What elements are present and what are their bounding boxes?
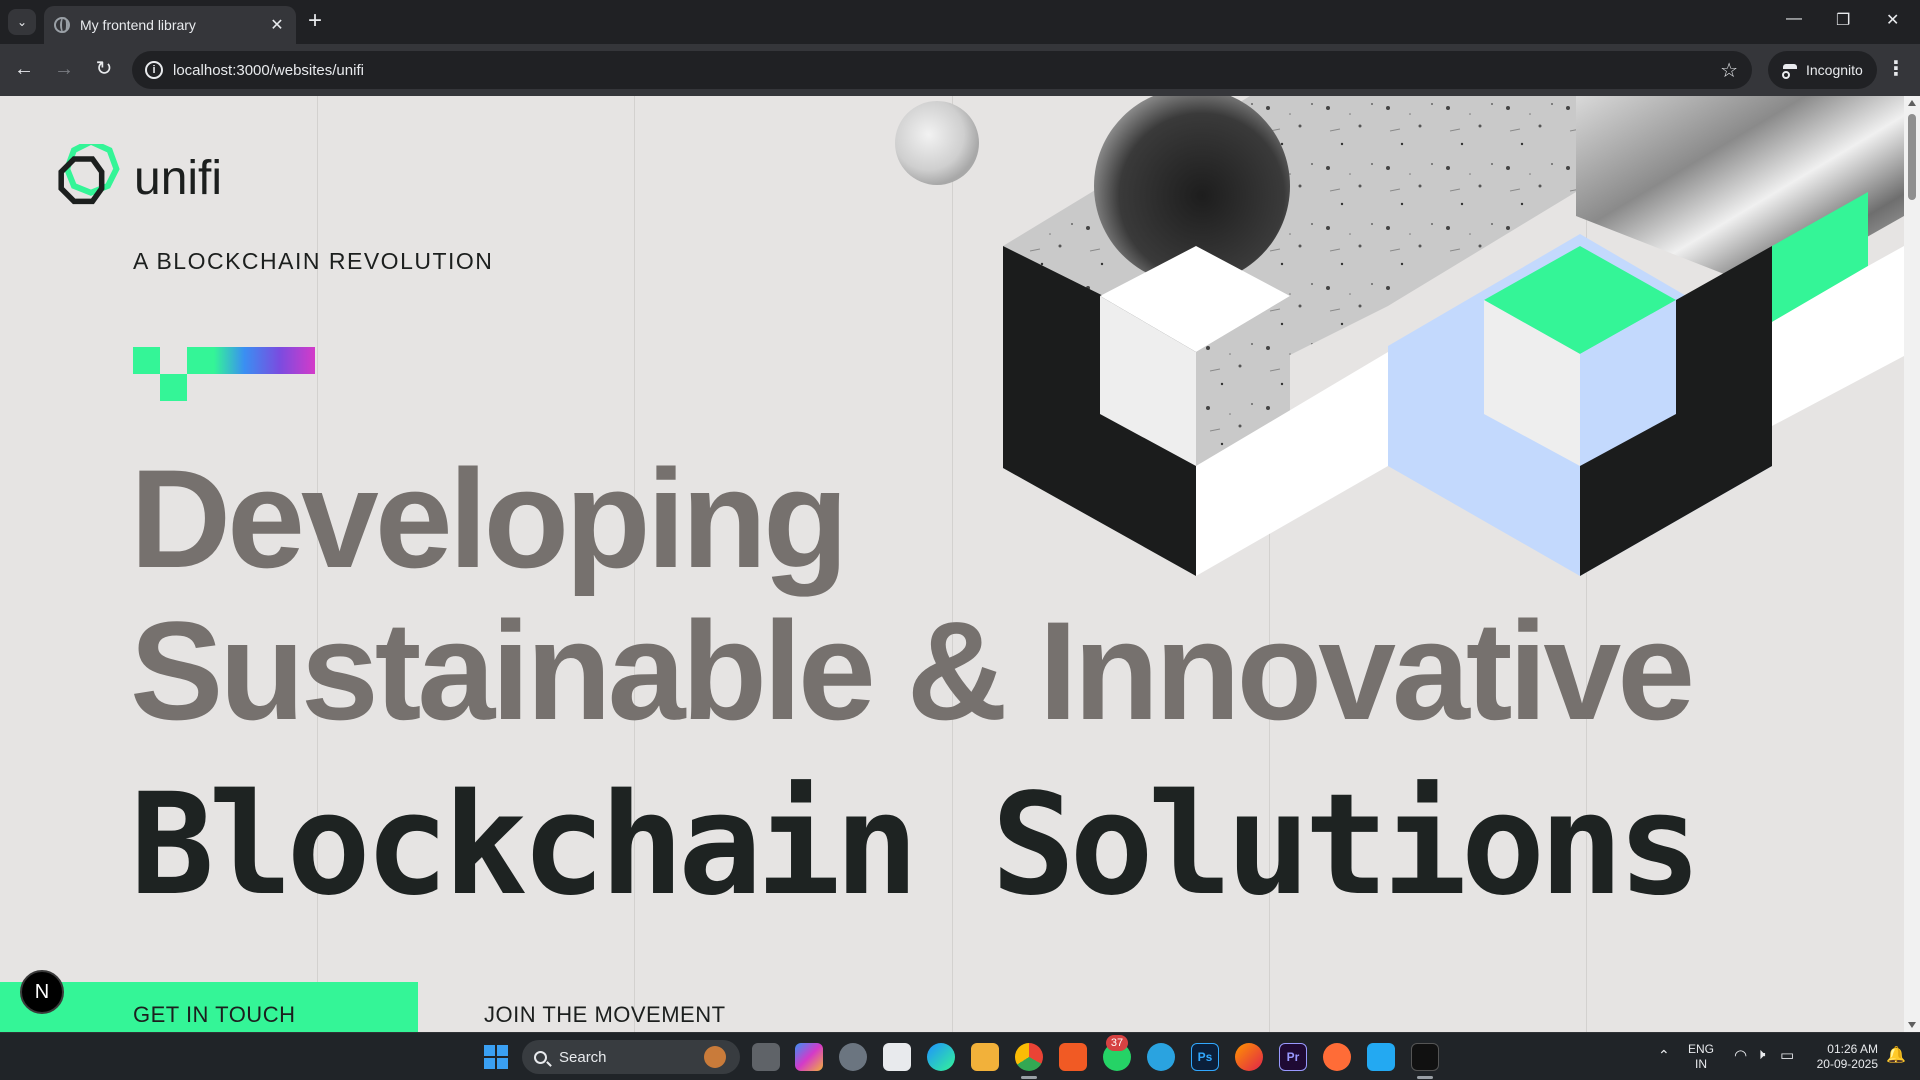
browser-tab-strip: ⌄ My frontend library ✕ + — ❐ ✕ bbox=[0, 0, 1920, 44]
page-viewport: unifi A BLOCKCHAIN REVOLUTION Developing… bbox=[0, 96, 1904, 1032]
brave-icon[interactable] bbox=[1059, 1043, 1087, 1071]
logo-wordmark: unifi bbox=[134, 151, 223, 205]
restore-button[interactable]: ❐ bbox=[1836, 10, 1850, 30]
brand-logo[interactable]: unifi bbox=[56, 144, 222, 212]
join-the-movement-link[interactable]: JOIN THE MOVEMENT bbox=[484, 1002, 726, 1028]
firefox-icon[interactable] bbox=[1235, 1043, 1263, 1071]
browser-menu-icon[interactable]: ⋮ bbox=[1886, 56, 1906, 81]
copilot-icon[interactable] bbox=[795, 1043, 823, 1071]
headline-line-1: Developing bbox=[130, 440, 849, 597]
search-highlight-icon bbox=[704, 1046, 726, 1068]
system-clock[interactable]: 01:26 AM 20-09-2025 bbox=[1808, 1042, 1878, 1072]
premiere-icon[interactable]: Pr bbox=[1279, 1043, 1307, 1071]
unifi-octagon-icon bbox=[58, 144, 120, 205]
reload-button[interactable]: ↻ bbox=[92, 58, 116, 80]
new-tab-button[interactable]: + bbox=[308, 8, 322, 34]
search-icon bbox=[534, 1050, 547, 1064]
windows-taskbar: Search 37 Ps Pr ⌃ ENG IN ◠ 🕨 ▭ 01:26 AM … bbox=[0, 1032, 1920, 1080]
scrollbar-thumb[interactable] bbox=[1908, 114, 1916, 200]
chrome-icon[interactable] bbox=[1015, 1043, 1043, 1071]
headline-line-3: Blockchain Solutions bbox=[130, 764, 1702, 927]
scroll-down-arrow-icon[interactable] bbox=[1908, 1022, 1916, 1028]
cursor-app-icon[interactable] bbox=[1411, 1043, 1439, 1071]
headline-line-2: Sustainable & Innovative bbox=[130, 592, 1695, 749]
battery-icon[interactable]: ▭ bbox=[1780, 1046, 1794, 1064]
incognito-label: Incognito bbox=[1806, 62, 1863, 78]
windows-start-icon[interactable] bbox=[484, 1045, 508, 1069]
edge-icon[interactable] bbox=[927, 1043, 955, 1071]
wifi-icon[interactable]: ◠ bbox=[1734, 1046, 1747, 1064]
task-view-icon[interactable] bbox=[752, 1043, 780, 1071]
language-region: IN bbox=[1695, 1057, 1707, 1071]
notifications-bell-icon[interactable]: 🔔 bbox=[1886, 1045, 1906, 1065]
photoshop-icon[interactable]: Ps bbox=[1191, 1043, 1219, 1071]
pixel-gradient-decoration bbox=[133, 347, 315, 401]
vscode-icon[interactable] bbox=[1367, 1043, 1395, 1071]
globe-icon bbox=[54, 17, 70, 33]
incognito-icon bbox=[1782, 64, 1798, 79]
close-tab-icon[interactable]: ✕ bbox=[268, 15, 286, 35]
speaker-muted-icon[interactable]: 🕨 bbox=[1756, 1046, 1765, 1063]
cursor-active-indicator bbox=[1417, 1076, 1433, 1079]
close-window-button[interactable]: ✕ bbox=[1886, 10, 1899, 30]
chevron-down-icon: ⌄ bbox=[16, 15, 28, 29]
hero-isometric-illustration bbox=[895, 96, 1904, 576]
store-icon[interactable] bbox=[883, 1043, 911, 1071]
site-info-icon[interactable]: i bbox=[145, 61, 163, 79]
browser-toolbar: ← → ↻ i localhost:3000/websites/unifi ☆ … bbox=[0, 44, 1920, 96]
taskbar-search-box[interactable]: Search bbox=[522, 1040, 740, 1074]
chrome-active-indicator bbox=[1021, 1076, 1037, 1079]
file-explorer-icon[interactable] bbox=[971, 1043, 999, 1071]
url-text[interactable]: localhost:3000/websites/unifi bbox=[173, 62, 1720, 79]
language-code: ENG bbox=[1688, 1042, 1715, 1056]
minimize-button[interactable]: — bbox=[1786, 10, 1802, 28]
clock-date: 20-09-2025 bbox=[1816, 1057, 1878, 1071]
input-language-indicator[interactable]: ENG IN bbox=[1688, 1042, 1714, 1072]
tab-title: My frontend library bbox=[80, 17, 196, 33]
incognito-indicator[interactable]: Incognito bbox=[1768, 51, 1877, 89]
browser-tab-active[interactable]: My frontend library ✕ bbox=[44, 6, 296, 44]
show-hidden-icons-chevron-icon[interactable]: ⌃ bbox=[1658, 1047, 1670, 1064]
nextjs-dev-badge[interactable]: N bbox=[20, 970, 64, 1014]
bookmark-star-icon[interactable]: ☆ bbox=[1720, 58, 1738, 83]
scroll-up-arrow-icon[interactable] bbox=[1908, 100, 1916, 106]
clock-time: 01:26 AM bbox=[1827, 1042, 1878, 1056]
taskbar-search-placeholder: Search bbox=[559, 1048, 607, 1066]
tab-search-button[interactable]: ⌄ bbox=[8, 9, 36, 35]
eyebrow-tagline: A BLOCKCHAIN REVOLUTION bbox=[133, 248, 494, 274]
telegram-icon[interactable] bbox=[1147, 1043, 1175, 1071]
get-in-touch-label: GET IN TOUCH bbox=[133, 1002, 296, 1027]
address-bar[interactable]: i localhost:3000/websites/unifi ☆ bbox=[132, 51, 1752, 89]
whatsapp-notification-badge: 37 bbox=[1106, 1035, 1128, 1051]
page-scrollbar[interactable] bbox=[1904, 96, 1920, 1032]
moon-image bbox=[895, 101, 979, 185]
forward-button[interactable]: → bbox=[52, 58, 76, 80]
settings-icon[interactable] bbox=[839, 1043, 867, 1071]
postman-icon[interactable] bbox=[1323, 1043, 1351, 1071]
back-button[interactable]: ← bbox=[12, 58, 36, 80]
